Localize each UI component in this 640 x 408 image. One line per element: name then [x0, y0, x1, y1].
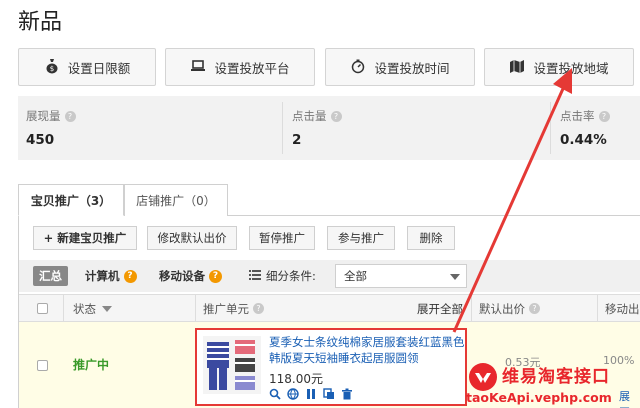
condition-select[interactable]: 全部	[335, 264, 467, 288]
watermark-logo-icon	[468, 362, 498, 392]
stat-label: 点击率	[560, 109, 595, 123]
stats-panel: 展现量? 450 点击量? 2 点击率? 0.44%	[18, 96, 640, 160]
stat-value: 0.44%	[560, 132, 607, 148]
trash-icon[interactable]	[341, 388, 353, 403]
stat-impressions: 展现量? 450	[18, 96, 280, 160]
chevron-down-icon	[450, 274, 460, 280]
set-platform-label: 设置投放平台	[214, 60, 290, 76]
stat-value: 450	[26, 132, 55, 148]
stat-value: 2	[292, 132, 302, 148]
divider	[550, 102, 551, 154]
product-tools	[269, 388, 353, 403]
resume-button[interactable]: 参与推广	[327, 226, 395, 250]
new-item-promotion-button[interactable]: + 新建宝贝推广	[33, 226, 137, 250]
product-price: 118.00元	[269, 372, 323, 386]
set-platform-button[interactable]: 设置投放平台	[165, 48, 315, 86]
help-icon[interactable]: ?	[330, 110, 342, 122]
top-toolbar: $ 设置日限额 设置投放平台 设置投放时间 设置投放地域	[18, 48, 640, 86]
filter-summary[interactable]: 汇总	[33, 266, 68, 286]
delete-button[interactable]: 删除	[407, 226, 455, 250]
help-icon[interactable]: ?	[529, 303, 540, 314]
condition-label-text: 细分条件:	[266, 269, 316, 283]
divider	[597, 295, 598, 322]
map-icon	[509, 58, 525, 77]
stat-label: 展现量	[26, 109, 61, 123]
filter-computer[interactable]: 计算机?	[85, 266, 137, 286]
select-all-checkbox[interactable]	[37, 295, 48, 322]
copy-icon[interactable]	[323, 388, 335, 403]
stopwatch-icon	[350, 58, 366, 77]
unit-header: 推广单元 ?	[203, 295, 264, 322]
divider	[471, 295, 472, 322]
tab-shop-promotion[interactable]: 店铺推广（0）	[124, 184, 228, 216]
laptop-icon	[190, 58, 206, 77]
default-bid-header-label: 默认出价	[479, 301, 525, 316]
set-daily-limit-label: 设置日限额	[67, 60, 131, 76]
pause-icon[interactable]	[305, 388, 317, 403]
tab-item-promotion[interactable]: 宝贝推广（3）	[18, 184, 124, 216]
pause-button[interactable]: 暂停推广	[249, 226, 315, 250]
help-icon[interactable]: ?	[253, 303, 264, 314]
filter-mobile-label: 移动设备	[159, 269, 205, 283]
edit-default-bid-button[interactable]: 修改默认出价	[147, 226, 237, 250]
watermark-name: 维易淘客接口	[502, 367, 610, 387]
warning-icon: ?	[209, 269, 222, 283]
filter-bar: 汇总 计算机? 移动设备? 细分条件: 全部	[19, 260, 640, 292]
list-icon	[249, 269, 261, 283]
set-daily-limit-button[interactable]: $ 设置日限额	[18, 48, 156, 86]
default-bid-header: 默认出价 ?	[479, 295, 540, 322]
stat-clicks: 点击量? 2	[284, 96, 550, 160]
status-header-label: 状态	[73, 301, 96, 316]
divider	[63, 295, 64, 322]
help-icon[interactable]: ?	[64, 110, 76, 122]
mobile-bid-header: 移动出	[605, 301, 640, 316]
warning-icon: ?	[123, 269, 137, 283]
condition-label: 细分条件:	[249, 266, 316, 286]
page-title: 新品	[18, 10, 63, 35]
row-checkbox[interactable]	[37, 360, 48, 371]
product-thumbnail[interactable]	[203, 336, 261, 394]
watermark-url: taoKeApi.vephp.com	[466, 390, 612, 405]
set-region-button[interactable]: 设置投放地域	[484, 48, 634, 86]
divider	[282, 102, 283, 154]
svg-text:$: $	[50, 65, 54, 73]
filter-computer-label: 计算机	[85, 269, 120, 283]
divider	[195, 295, 196, 322]
set-region-label: 设置投放地域	[533, 60, 609, 76]
stat-ctr: 点击率? 0.44%	[552, 96, 640, 160]
help-icon[interactable]: ?	[598, 110, 610, 122]
condition-value: 全部	[344, 269, 367, 283]
status-badge: 推广中	[73, 358, 110, 372]
product-card: 夏季女士条纹纯棉家居服套装红蓝黑色韩版夏天短袖睡衣起居服圆领 118.00元 展…	[195, 328, 630, 408]
expand-all-link[interactable]: 展开全部	[417, 295, 463, 322]
moneybag-icon: $	[44, 58, 60, 77]
watermark: 维易淘客接口 taoKeApi.vephp.com	[462, 358, 640, 408]
table-header: 状态 推广单元 ? 展开全部 默认出价 ? 移动出	[19, 294, 640, 322]
product-title-link[interactable]: 夏季女士条纹纯棉家居服套装红蓝黑色韩版夏天短袖睡衣起居服圆领	[269, 334, 465, 366]
stat-label: 点击量	[292, 109, 327, 123]
tab-bar: 宝贝推广（3） 店铺推广（0）	[18, 180, 640, 216]
sort-down-icon	[102, 305, 112, 312]
globe-icon[interactable]	[287, 388, 299, 403]
set-time-label: 设置投放时间	[374, 60, 450, 76]
set-time-button[interactable]: 设置投放时间	[325, 48, 475, 86]
unit-header-label: 推广单元	[203, 301, 249, 316]
filter-mobile[interactable]: 移动设备?	[159, 266, 222, 286]
search-icon[interactable]	[269, 388, 281, 403]
status-header[interactable]: 状态	[73, 295, 112, 322]
